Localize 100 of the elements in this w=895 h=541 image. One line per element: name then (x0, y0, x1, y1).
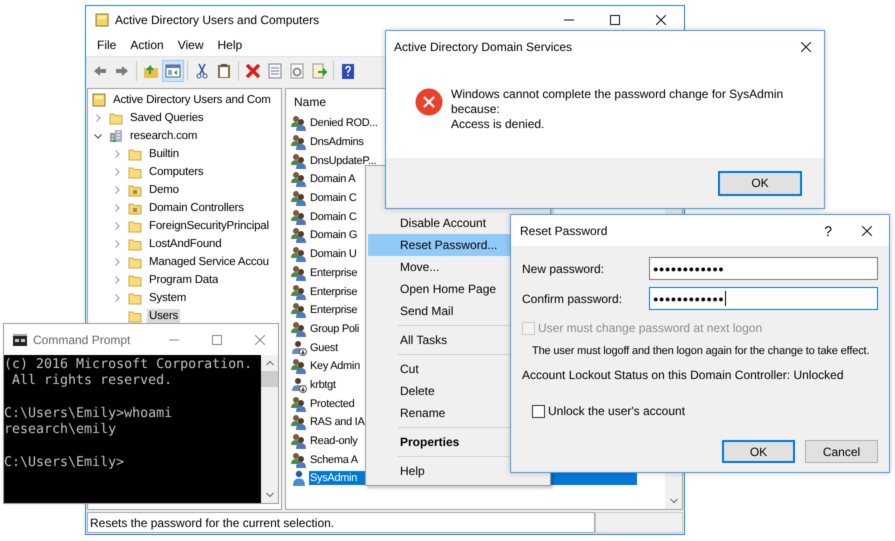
scroll-up-icon[interactable] (266, 360, 274, 366)
menu-item[interactable]: Help (210, 36, 250, 54)
group-icon (291, 152, 307, 169)
group-icon (291, 396, 307, 412)
list-item[interactable]: DnsUpdateP... (309, 154, 378, 168)
close-icon[interactable] (656, 15, 666, 25)
group-icon (291, 284, 307, 300)
scrollbar[interactable] (261, 355, 278, 503)
list-item[interactable]: Guest (309, 340, 339, 355)
help-button[interactable]: ? (824, 222, 832, 238)
console-line: All rights reserved. (11, 373, 174, 390)
folder-icon (128, 291, 142, 305)
tree-item[interactable]: System (147, 291, 188, 305)
list-item[interactable]: RAS and IA (309, 415, 366, 430)
close-icon[interactable] (862, 226, 872, 236)
snap-in-icon (95, 13, 109, 27)
folder-icon (128, 201, 142, 215)
list-item[interactable]: Domain C (309, 191, 358, 206)
console-line: C:\Users\Emily>whoami (4, 406, 174, 422)
group-icon (291, 433, 307, 450)
folder-icon (128, 237, 142, 251)
menu-item[interactable]: File (90, 36, 124, 54)
ok-button[interactable]: OK (722, 440, 795, 463)
tree-item[interactable]: Demo (147, 183, 181, 197)
tree-item[interactable]: Managed Service Accou (147, 255, 271, 269)
tree-item[interactable]: Computers (147, 165, 206, 179)
group-icon (291, 452, 307, 468)
list-item[interactable]: Domain G (309, 228, 358, 242)
scroll-down-icon[interactable] (266, 492, 274, 498)
folder-icon (128, 219, 142, 233)
user-down-arrow-icon (291, 376, 307, 393)
list-item[interactable]: Read-only (309, 434, 358, 448)
group-icon (291, 115, 307, 132)
tree-item[interactable]: Users (147, 309, 180, 323)
group-icon (291, 134, 307, 150)
lockout-status: Account Lockout Status on this Domain Controller: Unlocked (522, 368, 844, 382)
maximize-icon[interactable] (610, 15, 620, 25)
group-icon (291, 320, 307, 337)
group-icon (291, 227, 307, 244)
tree-item[interactable]: Builtin (147, 147, 181, 161)
checkbox[interactable] (532, 404, 545, 418)
group-icon (291, 208, 307, 225)
list-item[interactable]: Enterprise (309, 266, 358, 280)
window-title: Command Prompt (33, 332, 130, 346)
menu-item[interactable]: View (170, 36, 210, 54)
group-icon (291, 264, 307, 281)
list-item[interactable]: Domain C (309, 210, 358, 224)
menu-item[interactable]: Action (123, 36, 171, 54)
panel-toggle-icon[interactable] (162, 60, 184, 82)
list-item[interactable]: Protected (309, 396, 356, 411)
console-line: (c) 2016 Microsoft Corporation. (4, 357, 254, 374)
tree-item[interactable]: Saved Queries (128, 111, 206, 125)
ok-button[interactable]: OK (718, 170, 802, 196)
folder-icon (128, 147, 142, 161)
tree-item[interactable]: LostAndFound (147, 237, 224, 251)
scroll-thumb[interactable] (261, 371, 278, 387)
group-icon (291, 302, 307, 318)
list-item[interactable]: Schema A (309, 452, 359, 467)
snap-in-icon (92, 93, 106, 107)
group-icon (291, 246, 307, 262)
dialog-title: Active Directory Domain Services (394, 40, 572, 54)
user-down-arrow-icon (291, 340, 307, 356)
window-title: Active Directory Users and Computers (115, 13, 320, 27)
list-item[interactable]: Key Admin (309, 359, 361, 374)
building-icon (109, 129, 123, 143)
folder-icon (128, 273, 142, 287)
folder-icon (109, 111, 123, 125)
status-text: Resets the password for the current selection. (87, 512, 595, 533)
console-line: research\emily (4, 422, 118, 438)
folder-icon (128, 165, 142, 179)
list-item[interactable]: Group Poli (309, 322, 360, 336)
list-item[interactable]: Enterprise (309, 303, 358, 318)
tree-item[interactable]: research.com (128, 129, 200, 143)
list-item[interactable]: Enterprise (309, 284, 358, 299)
scroll-down-icon[interactable] (670, 498, 678, 504)
tree-item[interactable]: Program Data (147, 273, 220, 287)
list-item[interactable]: Domain A (309, 172, 356, 186)
tree-item[interactable]: Active Directory Users and Com (111, 93, 273, 107)
user-icon (291, 470, 307, 486)
error-message: Windows cannot complete the password change for SysAdmin because: (451, 87, 784, 117)
column-header[interactable]: Name (291, 94, 326, 108)
tree-item[interactable]: Domain Controllers (147, 201, 246, 215)
list-item[interactable]: Denied ROD... (309, 116, 379, 130)
group-icon (291, 190, 307, 206)
console-icon (13, 332, 27, 346)
password-field[interactable]: ●●●●●●●●●●●● (649, 257, 878, 280)
group-icon (291, 358, 307, 374)
list-item[interactable]: Domain U (309, 247, 358, 262)
close-icon[interactable] (801, 42, 811, 52)
console-line: C:\Users\Emily> (4, 454, 126, 472)
cancel-button[interactable]: Cancel (805, 440, 878, 463)
group-icon (291, 414, 307, 430)
list-item[interactable]: DnsAdmins (309, 135, 365, 150)
list-item[interactable]: krbtgt (309, 378, 337, 392)
folder-icon (128, 183, 142, 197)
password-field[interactable]: ●●●●●●●●●●●● (649, 287, 878, 310)
field-label: Confirm password: (522, 292, 624, 306)
error-icon (415, 88, 443, 116)
checkbox-label[interactable]: Unlock the user's account (548, 404, 686, 418)
tree-item[interactable]: ForeignSecurityPrincipal (147, 219, 271, 233)
